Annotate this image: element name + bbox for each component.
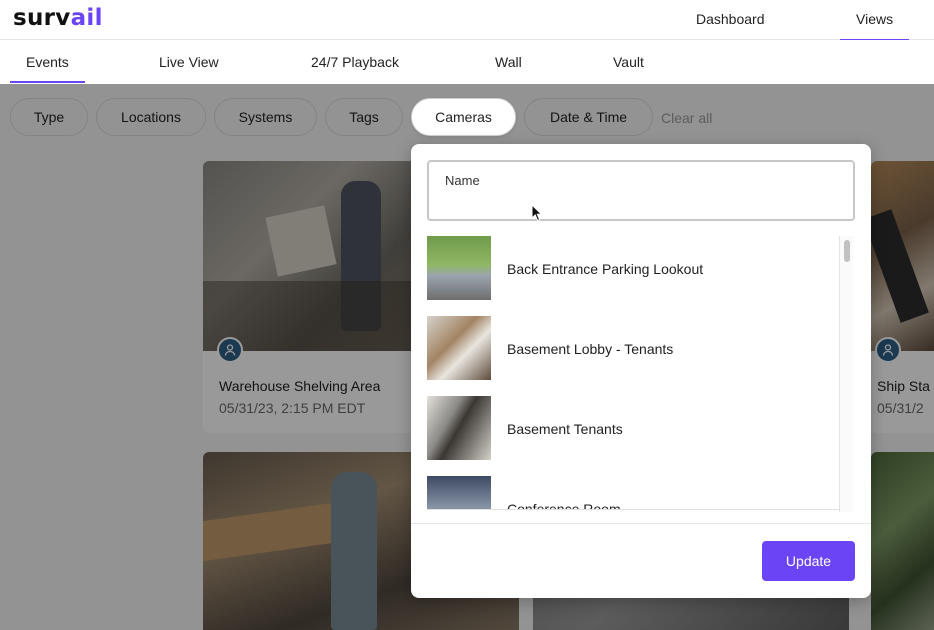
update-button[interactable]: Update [762,541,855,581]
camera-option-basement-tenants[interactable]: Basement Tenants [427,396,841,476]
camera-name: Conference Room [507,501,621,510]
tab-wall[interactable]: Wall [495,54,522,70]
logo-prefix: surv [13,5,71,31]
camera-list-scrollbar[interactable] [839,236,853,512]
filter-cameras[interactable]: Cameras [411,98,516,136]
camera-option-back-entrance[interactable]: Back Entrance Parking Lookout [427,236,841,316]
tab-playback[interactable]: 24/7 Playback [311,54,399,70]
camera-thumbnail [427,396,491,460]
top-bar: survail Dashboard Views [0,0,934,41]
tab-vault[interactable]: Vault [613,54,644,70]
panel-divider [411,523,871,524]
camera-name: Basement Lobby - Tenants [507,341,674,357]
logo[interactable]: survail [13,5,103,31]
sub-nav: Events Live View 24/7 Playback Wall Vaul… [0,40,934,84]
name-label: Name [445,173,480,188]
name-field[interactable]: Name [427,160,855,222]
mouse-cursor-icon [531,204,543,222]
tab-events[interactable]: Events [10,54,85,83]
tab-live-view[interactable]: Live View [159,54,219,70]
camera-name: Back Entrance Parking Lookout [507,261,704,277]
camera-option-basement-lobby[interactable]: Basement Lobby - Tenants [427,316,841,396]
nav-dashboard[interactable]: Dashboard [696,11,765,27]
camera-option-conference-room[interactable]: Conference Room [427,476,841,510]
camera-thumbnail [427,316,491,380]
scrollbar-thumb[interactable] [844,240,850,262]
name-input[interactable] [443,192,841,214]
cameras-dropdown: Name Back Entrance Parking Lookout Basem… [411,144,871,598]
logo-accent: ail [70,5,103,31]
camera-thumbnail [427,236,491,300]
nav-views[interactable]: Views [839,11,910,41]
camera-thumbnail [427,476,491,509]
camera-list: Back Entrance Parking Lookout Basement L… [427,236,841,510]
camera-name: Basement Tenants [507,421,623,437]
